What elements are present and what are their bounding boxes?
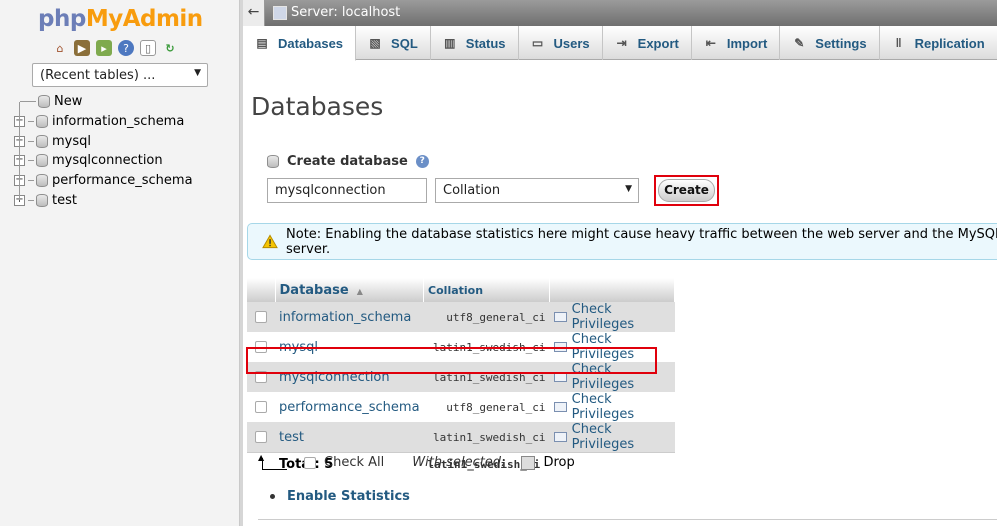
bullet-icon <box>270 494 275 499</box>
check-privileges-link[interactable]: Check Privileges <box>553 392 671 422</box>
collation-value: utf8_general_ci <box>423 302 550 332</box>
selected-row-highlight <box>246 347 657 374</box>
database-link[interactable]: test <box>279 430 304 445</box>
row-checkbox[interactable] <box>255 401 267 413</box>
server-breadcrumb[interactable]: Server: localhost <box>291 5 400 20</box>
database-icon <box>36 134 48 148</box>
bulk-actions-bar: ▲ Check All With selected: Drop <box>258 453 575 471</box>
database-link[interactable]: information_schema <box>279 310 411 325</box>
tree-item-information-schema[interactable]: + information_schema <box>14 111 193 132</box>
database-tree: New + information_schema + mysql + mysql… <box>14 92 193 210</box>
reload-icon[interactable]: ↻ <box>162 40 178 56</box>
database-icon <box>36 154 48 168</box>
chevron-down-icon: ▼ <box>194 68 201 78</box>
check-privileges-link[interactable]: Check Privileges <box>553 302 671 332</box>
new-database-icon <box>267 155 279 168</box>
tab-sql[interactable]: ▧ SQL <box>356 26 431 60</box>
check-privileges-link[interactable]: Check Privileges <box>553 422 671 452</box>
tab-status[interactable]: ▥ Status <box>431 26 519 60</box>
recent-tables-select[interactable]: (Recent tables) ... ▼ <box>32 63 208 87</box>
documentation-icon[interactable]: ? <box>118 40 134 56</box>
check-all-checkbox[interactable] <box>304 456 316 469</box>
collation-select[interactable]: Collation ▼ <box>435 178 639 203</box>
arrow-left-up-icon: ▲ <box>258 453 288 470</box>
tree-item-test[interactable]: + test <box>14 190 193 210</box>
database-column-header[interactable]: Database ▲ <box>275 278 425 302</box>
page-title: Databases <box>251 92 384 121</box>
tab-replication[interactable]: ‖ Replication <box>880 26 997 60</box>
privileges-icon <box>553 432 567 442</box>
tab-export[interactable]: ⇥ Export <box>603 26 692 60</box>
database-name-input[interactable] <box>267 178 427 203</box>
main-tabs: ▤ Databases ▧ SQL ▥ Status ▭ Users ⇥ Exp… <box>243 26 997 61</box>
database-icon: ▤ <box>256 36 268 50</box>
server-breadcrumb-bar: ← Server: localhost <box>243 0 997 26</box>
collation-value: utf8_general_ci <box>423 392 550 422</box>
export-icon: ⇥ <box>616 36 627 50</box>
server-icon <box>273 6 287 20</box>
tree-item-new[interactable]: New <box>14 92 193 122</box>
sql-icon: ▧ <box>369 36 381 50</box>
databases-table: Database ▲ Collation information_schema u… <box>247 278 676 477</box>
tab-settings[interactable]: ✎ Settings <box>780 26 880 60</box>
tree-item-mysqlconnection[interactable]: + mysqlconnection <box>14 151 193 171</box>
create-database-heading: Create database ? <box>267 154 429 169</box>
home-icon[interactable]: ⌂ <box>52 40 68 56</box>
collapse-navigation-button[interactable]: ← <box>243 0 265 26</box>
quick-links: ⌂ ▶ ▸ ? ▯ ↻ <box>52 40 178 56</box>
replication-icon: ‖ <box>895 36 902 50</box>
chevron-down-icon: ▼ <box>625 184 632 194</box>
divider <box>258 519 997 520</box>
tab-databases[interactable]: ▤ Databases <box>243 26 357 61</box>
copy-icon[interactable]: ▯ <box>140 40 156 56</box>
exit-icon[interactable]: ▶ <box>74 40 90 56</box>
query-window-icon[interactable]: ▸ <box>96 40 112 56</box>
users-icon: ▭ <box>531 36 544 50</box>
create-button[interactable]: Create <box>658 179 715 202</box>
phpmyadmin-logo[interactable]: phpMyAdmin <box>38 6 203 32</box>
tab-users[interactable]: ▭ Users <box>519 26 603 60</box>
database-link[interactable]: performance_schema <box>279 400 420 415</box>
warning-icon <box>262 234 278 249</box>
row-checkbox[interactable] <box>255 431 267 443</box>
table-row: test latin1_swedish_ci Check Privileges <box>247 422 675 453</box>
table-row: performance_schema utf8_general_ci Check… <box>247 392 675 422</box>
collation-column-header[interactable]: Collation <box>423 278 551 302</box>
sort-ascending-icon: ▲ <box>356 286 363 296</box>
database-icon <box>36 115 48 129</box>
settings-icon: ✎ <box>794 36 805 50</box>
collation-value: latin1_swedish_ci <box>423 422 550 453</box>
panel-resizer[interactable] <box>240 0 243 526</box>
navigation-panel: phpMyAdmin ⌂ ▶ ▸ ? ▯ ↻ (Recent tables) .… <box>0 0 240 526</box>
database-icon <box>36 193 48 207</box>
help-icon[interactable]: ? <box>415 155 429 168</box>
import-icon: ⇤ <box>705 36 716 50</box>
drop-icon[interactable] <box>521 455 536 470</box>
statistics-notice: Note: Enabling the database statistics h… <box>247 223 997 260</box>
tree-item-performance-schema[interactable]: + performance_schema <box>14 170 193 191</box>
with-selected-label: With selected: <box>412 455 506 470</box>
table-row: information_schema utf8_general_ci Check… <box>247 302 675 332</box>
check-all-label[interactable]: Check All <box>324 455 384 470</box>
new-database-icon <box>38 95 50 109</box>
tab-import[interactable]: ⇤ Import <box>692 26 781 60</box>
privileges-icon <box>553 402 567 412</box>
tree-item-mysql[interactable]: + mysql <box>14 131 193 152</box>
database-icon <box>36 174 48 188</box>
row-checkbox[interactable] <box>255 311 267 323</box>
privileges-icon <box>553 312 567 322</box>
enable-statistics-link[interactable]: Enable Statistics <box>270 489 410 504</box>
drop-button[interactable]: Drop <box>543 455 574 470</box>
status-icon: ▥ <box>444 36 456 50</box>
